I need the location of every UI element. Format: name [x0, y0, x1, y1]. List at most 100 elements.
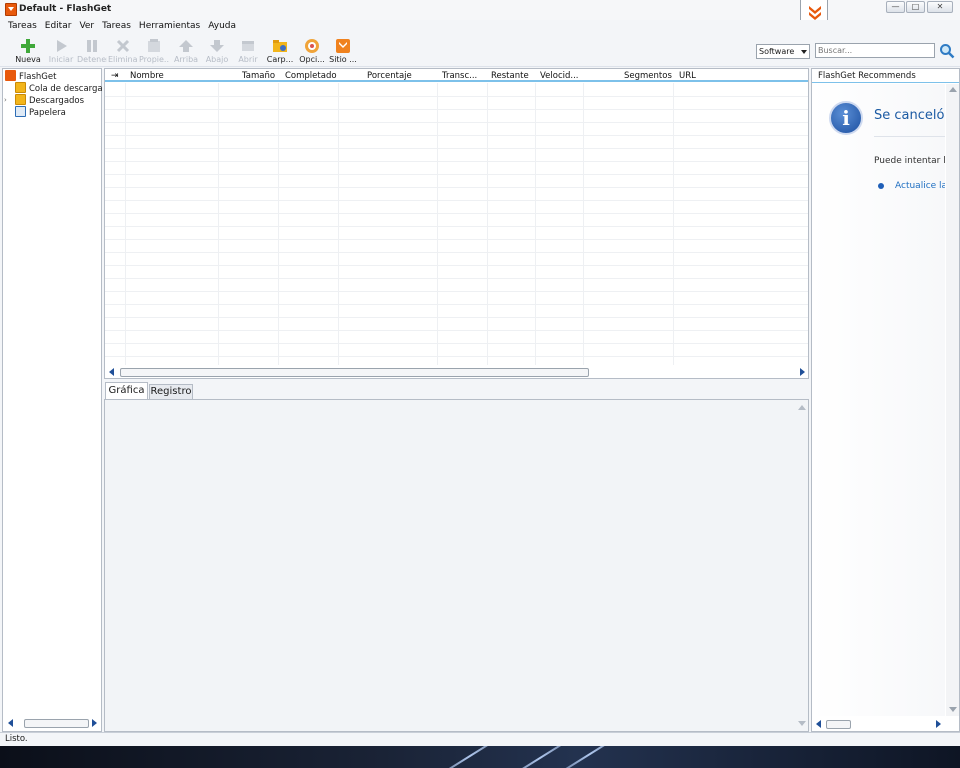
tree-item-downloaded[interactable]: Descargados [15, 94, 84, 106]
minimize-button[interactable]: — [886, 1, 905, 13]
open-button[interactable]: Abrir [233, 38, 263, 66]
scroll-left-icon[interactable] [109, 368, 114, 376]
search-icon[interactable] [939, 43, 955, 59]
column-header-size[interactable]: Tamaño [242, 69, 275, 82]
tab-graph[interactable]: Gráfica [105, 382, 148, 399]
scroll-right-icon[interactable] [936, 720, 941, 728]
add-icon [21, 39, 35, 53]
recommends-text: Puede intentar l [874, 156, 945, 166]
menu-tareas-2[interactable]: Tareas [98, 20, 135, 35]
play-icon [57, 40, 67, 52]
properties-button[interactable]: Propie... [139, 38, 169, 66]
recommends-divider [874, 136, 945, 137]
move-up-button[interactable]: Arriba [171, 38, 201, 66]
column-divider [125, 83, 126, 365]
row-divider [105, 148, 808, 149]
column-divider [437, 83, 438, 365]
scroll-right-icon[interactable] [92, 719, 97, 727]
bullet-icon [878, 183, 884, 189]
new-task-button[interactable]: Nueva [13, 38, 43, 66]
delete-button[interactable]: Eliminar [108, 38, 138, 66]
scroll-arrows-icon [798, 405, 806, 726]
open-icon [242, 41, 254, 51]
close-button[interactable]: ✕ [927, 1, 953, 13]
column-header-name[interactable]: Nombre [130, 69, 164, 82]
downloaded-folder-icon [15, 94, 26, 105]
task-horizontal-scrollbar[interactable] [105, 365, 808, 378]
menu-ver[interactable]: Ver [75, 20, 98, 35]
recommends-header: FlashGet Recommends [812, 69, 959, 83]
expand-arrow-icon[interactable]: › [4, 94, 7, 106]
row-divider [105, 278, 808, 279]
tab-log[interactable]: Registro [149, 384, 193, 399]
row-divider [105, 174, 808, 175]
search-input[interactable] [815, 43, 935, 58]
column-header-completed[interactable]: Completado [285, 69, 337, 82]
maximize-button[interactable]: □ [906, 1, 925, 13]
row-divider [105, 356, 808, 357]
column-header-remaining[interactable]: Restante [491, 69, 529, 82]
recommends-link[interactable]: Actualice la [895, 181, 945, 191]
row-divider [105, 291, 808, 292]
tree-horizontal-scrollbar[interactable] [4, 716, 100, 730]
column-divider [487, 83, 488, 365]
scroll-left-icon[interactable] [8, 719, 13, 727]
column-header-elapsed[interactable]: Transc... [442, 69, 477, 82]
column-divider [535, 83, 536, 365]
scroll-thumb[interactable] [24, 719, 89, 728]
status-bar: Listo. [0, 732, 960, 746]
scroll-thumb[interactable] [826, 720, 851, 729]
row-divider [105, 109, 808, 110]
menu-ayuda[interactable]: Ayuda [204, 20, 240, 35]
row-divider [105, 317, 808, 318]
tree-item-recycle-bin[interactable]: Papelera [15, 106, 66, 118]
delete-icon [116, 39, 130, 53]
folder-icon [273, 40, 287, 52]
stop-button[interactable]: Detener [77, 38, 107, 66]
row-divider [105, 239, 808, 240]
recommends-content: i Se canceló la Puede intentar l Actuali… [812, 84, 945, 716]
category-select[interactable]: Software [756, 44, 810, 59]
recommends-title: Se canceló la [874, 108, 945, 123]
options-button[interactable]: Opci... [297, 38, 327, 66]
row-divider [105, 226, 808, 227]
info-icon: i [829, 101, 863, 135]
scroll-right-icon[interactable] [800, 368, 805, 376]
move-down-button[interactable]: Abajo [202, 38, 232, 66]
flashget-app-icon [5, 3, 17, 16]
row-divider [105, 96, 808, 97]
down-icon [210, 40, 224, 52]
detail-panel [104, 399, 809, 732]
recommends-panel: FlashGet Recommends i Se canceló la Pued… [811, 68, 960, 732]
column-header-url[interactable]: URL [679, 69, 696, 82]
column-header-speed[interactable]: Velocid... [540, 69, 578, 82]
column-divider [338, 83, 339, 365]
recommends-vertical-scrollbar[interactable] [946, 84, 959, 716]
column-header-segments[interactable]: Segmentos [624, 69, 672, 82]
tree-root-flashget[interactable]: FlashGet [5, 70, 56, 82]
row-divider [105, 304, 808, 305]
flashget-root-icon [5, 70, 16, 81]
scroll-thumb[interactable] [120, 368, 589, 377]
folder-button[interactable]: Carp... [265, 38, 295, 66]
column-header-percent[interactable]: Porcentaje [367, 69, 412, 82]
column-chooser-icon[interactable]: ⇥ [111, 69, 119, 82]
tree-item-queue[interactable]: Cola de descarga [15, 82, 103, 94]
site-icon [336, 39, 350, 53]
row-divider [105, 200, 808, 201]
pause-icon [87, 40, 97, 52]
row-divider [105, 265, 808, 266]
scroll-left-icon[interactable] [816, 720, 821, 728]
scroll-arrows-icon [949, 87, 957, 712]
menu-editar[interactable]: Editar [41, 20, 76, 35]
start-button[interactable]: Iniciar [46, 38, 76, 66]
menu-herramientas[interactable]: Herramientas [135, 20, 204, 35]
recommends-horizontal-scrollbar[interactable] [812, 717, 946, 731]
row-divider [105, 252, 808, 253]
options-icon [305, 39, 319, 53]
category-tree: FlashGet Cola de descarga › Descargados … [2, 68, 103, 732]
site-button[interactable]: Sitio ... [328, 38, 358, 66]
menu-tareas[interactable]: Tareas [0, 20, 41, 35]
recycle-bin-icon [15, 106, 26, 117]
detail-vertical-scrollbar[interactable] [796, 402, 808, 730]
